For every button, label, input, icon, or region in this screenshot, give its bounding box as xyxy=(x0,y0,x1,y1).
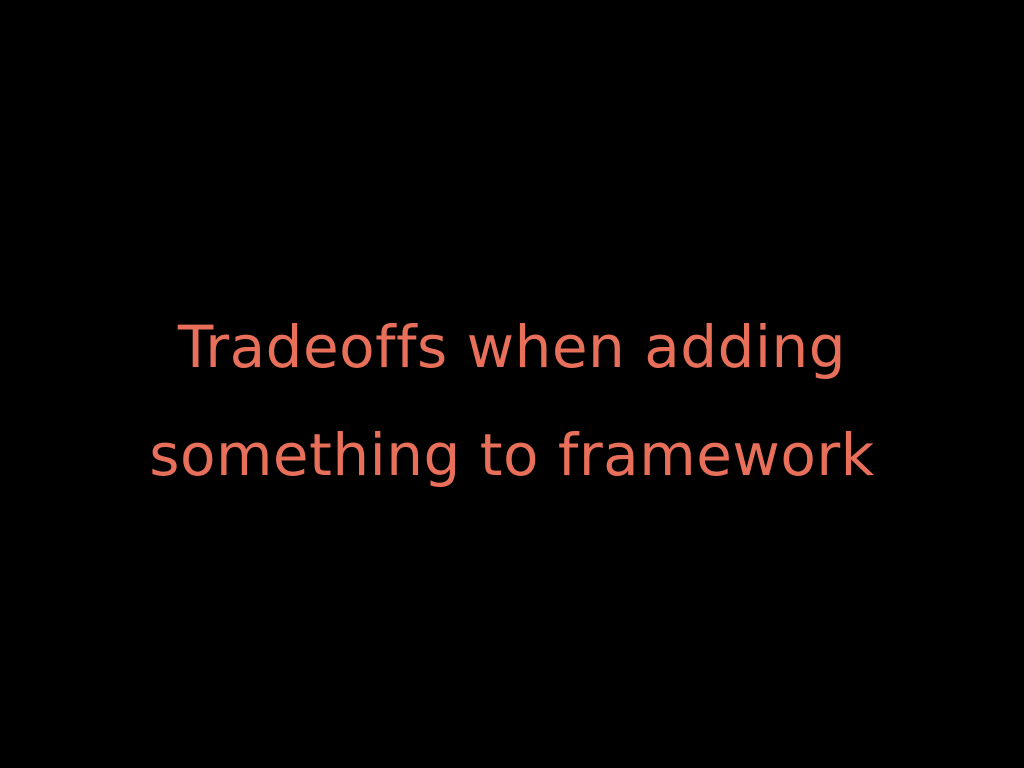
slide-title: Tradeoffs when adding something to frame… xyxy=(0,293,1024,509)
slide: Tradeoffs when adding something to frame… xyxy=(0,0,1024,768)
slide-title-line-1: Tradeoffs when adding xyxy=(177,313,847,381)
slide-title-line-2: something to framework xyxy=(149,421,875,489)
